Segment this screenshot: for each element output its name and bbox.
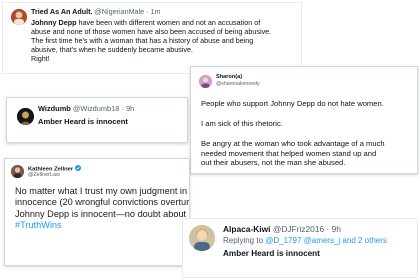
- tweet-line: I am sick of this rhetoric.: [201, 119, 283, 128]
- tweet-line: Right!: [31, 54, 50, 63]
- author-handle[interactable]: @NigerianMale: [95, 7, 145, 16]
- tweet-text: No matter what I trust my own judgment i…: [15, 186, 190, 232]
- tweet-text: Johnny Depp have been with different wom…: [31, 18, 299, 63]
- tweet-header: Alpaca-Kiwi @DJFriz2016 · 9h: [223, 224, 341, 234]
- tweet-line: People who support Johnny Depp do not ha…: [201, 99, 384, 108]
- mention-bold: Johnny Depp: [31, 18, 77, 27]
- avatar[interactable]: [11, 9, 27, 25]
- author-handle[interactable]: @Wizdumb18: [73, 104, 120, 113]
- tweet-line: out their abusers, not the man she abuse…: [201, 158, 346, 168]
- tweet-line: No matter what I trust my own judgment i…: [15, 186, 189, 196]
- author-name[interactable]: Tried As An Adult.: [31, 7, 93, 16]
- avatar[interactable]: [17, 108, 34, 125]
- reply-others-link[interactable]: and 2 others: [340, 236, 386, 245]
- author-handle[interactable]: @DJFriz2016: [273, 224, 324, 234]
- tweet-line: innocence (20 wrongful convictions overt…: [15, 197, 190, 208]
- tweet-paragraph: I am sick of this rhetoric.: [201, 119, 283, 129]
- tweet-time[interactable]: · 9h: [326, 224, 340, 234]
- tweet-paragraph: People who support Johnny Depp do not ha…: [201, 99, 384, 109]
- tweet-line: Be angry at the woman who took advantage…: [201, 139, 385, 148]
- tweet-line: abuse and none of those women have also …: [31, 27, 272, 36]
- tweet-line: abusive, that's when he suddenly became …: [31, 45, 193, 54]
- tweet-header: Tried As An Adult. @NigerianMale · 1m: [31, 7, 161, 16]
- tweet-card-tried-as-an-adult[interactable]: Tried As An Adult. @NigerianMale · 1m Jo…: [2, 2, 302, 74]
- tweet-card-alpaca-kiwi[interactable]: Alpaca-Kiwi @DJFriz2016 · 9h Replying to…: [182, 218, 418, 278]
- reply-users-link[interactable]: @D_1797 @amers_j: [265, 236, 340, 245]
- author-name[interactable]: Alpaca-Kiwi: [223, 224, 270, 234]
- tweet-card-wizdumb[interactable]: Wizdumb @Wizdumb18 · 9h Amber Heard is i…: [6, 97, 188, 143]
- tweet-time[interactable]: · 9h: [121, 104, 134, 113]
- verified-icon: [74, 165, 81, 171]
- tweet-card-sharon[interactable]: Sharon(a) @sharonakennedy People who sup…: [190, 66, 418, 174]
- tweet-card-kathleen-zellner[interactable]: Kathleen Zellner @ZellnerLaw No matter w…: [4, 158, 190, 266]
- tweet-paragraph: Be angry at the woman who took advantage…: [201, 139, 385, 168]
- avatar[interactable]: [199, 75, 212, 88]
- tweet-header: Wizdumb @Wizdumb18 · 9h: [38, 104, 134, 113]
- tweet-line: Johnny Depp is innocent—no doubt about i…: [15, 208, 190, 219]
- tweet-line: The first time he's with a woman that ha…: [31, 36, 254, 45]
- author-name[interactable]: Wizdumb: [38, 104, 71, 113]
- author-handle[interactable]: @sharonakennedy: [216, 81, 260, 87]
- tweet-line: have been with different women and not a…: [76, 18, 261, 27]
- tweet-line: needed movement that helped women stand …: [201, 148, 377, 158]
- tweet-text: Amber Heard is innocent: [38, 117, 128, 126]
- tweet-text: Amber Heard is innocent: [223, 249, 320, 258]
- avatar[interactable]: [189, 225, 215, 251]
- tweet-time[interactable]: · 1m: [146, 7, 160, 16]
- replying-to: Replying to @D_1797 @amers_j and 2 other…: [223, 236, 387, 245]
- author-name[interactable]: Sharon(a): [216, 74, 242, 80]
- avatar[interactable]: [11, 165, 24, 178]
- hashtag-link[interactable]: #TruthWins: [15, 220, 189, 231]
- reply-prefix: Replying to: [223, 236, 266, 245]
- author-handle[interactable]: @ZellnerLaw: [28, 172, 60, 178]
